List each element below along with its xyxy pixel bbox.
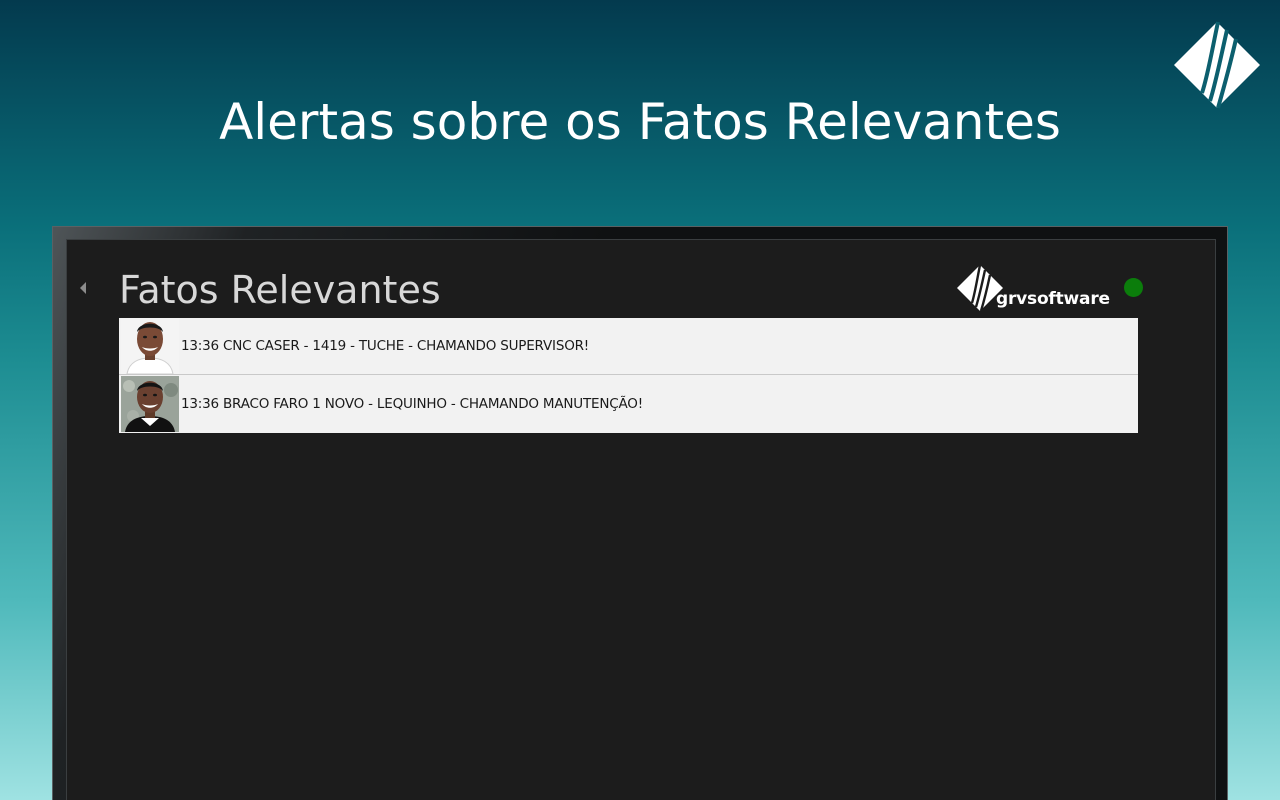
alert-list: 13:36 CNC CASER - 1419 - TUCHE - CHAMAND…: [119, 318, 1138, 433]
status-indicator: [1124, 278, 1143, 297]
alert-text: 13:36 BRACO FARO 1 NOVO - LEQUINHO - CHA…: [181, 396, 643, 412]
brand-logo: grvsoftware: [956, 262, 1121, 314]
list-item[interactable]: 13:36 BRACO FARO 1 NOVO - LEQUINHO - CHA…: [119, 375, 1138, 433]
brand-name: grvsoftware: [996, 289, 1110, 309]
avatar: [121, 318, 179, 374]
app-title: Fatos Relevantes: [119, 268, 441, 312]
back-arrow-icon[interactable]: [76, 279, 90, 297]
alert-text: 13:36 CNC CASER - 1419 - TUCHE - CHAMAND…: [181, 338, 590, 354]
page-headline: Alertas sobre os Fatos Relevantes: [219, 93, 1061, 151]
list-item[interactable]: 13:36 CNC CASER - 1419 - TUCHE - CHAMAND…: [119, 318, 1138, 375]
avatar: [121, 376, 179, 432]
